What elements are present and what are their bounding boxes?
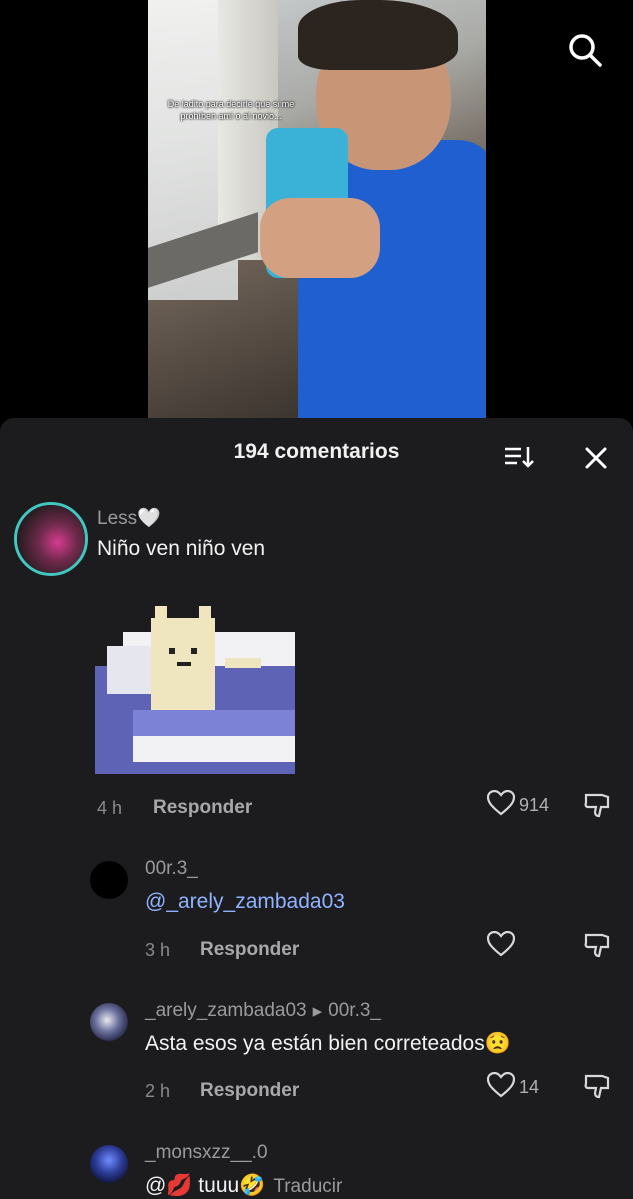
comment-text: @💋 tuuu🤣 (145, 1174, 266, 1197)
sort-icon[interactable] (503, 444, 535, 470)
avatar[interactable] (90, 861, 128, 899)
video-frame[interactable]: De ladito para decirle que si me prohíbe… (148, 0, 486, 418)
comment-text: Niño ven niño ven (97, 537, 266, 560)
video-person-hair (298, 0, 458, 70)
comment-username[interactable]: _monsxzz__.0 (145, 1142, 268, 1164)
comments-sheet: 194 comentarios Less🤍 Niño ven niño ven (0, 418, 633, 1199)
avatar[interactable] (90, 1003, 128, 1041)
comment-mention[interactable]: @_arely_zambada03 (145, 890, 345, 914)
heart-icon (486, 930, 516, 962)
comment-text-row: @💋 tuuu🤣 Traducir (145, 1174, 342, 1198)
like-button[interactable]: 914 (486, 789, 550, 821)
reply-to-username[interactable]: 00r.3_ (328, 1000, 381, 1023)
close-icon[interactable] (582, 444, 610, 472)
dislike-icon[interactable] (583, 931, 611, 959)
comment-time: 3 h (145, 940, 171, 960)
comment-text: Asta esos ya están bien correteados😟 (145, 1032, 511, 1055)
like-count: 914 (519, 795, 550, 815)
reply-button[interactable]: Responder (153, 797, 252, 819)
video-hand (260, 198, 380, 278)
like-count: 14 (519, 1077, 540, 1097)
like-button[interactable] (486, 930, 519, 962)
heart-icon (486, 1071, 516, 1103)
comments-count-title: 194 comentarios (233, 440, 400, 463)
cat-sticker (95, 606, 295, 774)
comment-username-row: _arely_zambada03 ▸ 00r.3_ (145, 1000, 381, 1023)
comment-username[interactable]: 00r.3_ (145, 858, 198, 880)
reply-button[interactable]: Responder (200, 939, 299, 961)
comment-username[interactable]: Less🤍 (97, 506, 161, 530)
translate-button[interactable]: Traducir (273, 1176, 342, 1198)
search-icon[interactable] (565, 30, 605, 70)
dislike-icon[interactable] (583, 791, 611, 819)
reply-to-arrow: ▸ (312, 1001, 323, 1022)
like-button[interactable]: 14 (486, 1071, 540, 1103)
avatar[interactable] (14, 502, 88, 576)
comment-username[interactable]: _arely_zambada03 (145, 1000, 307, 1023)
avatar[interactable] (90, 1145, 128, 1183)
reply-button[interactable]: Responder (200, 1080, 299, 1102)
heart-icon (486, 789, 516, 821)
comment-time: 4 h (97, 798, 123, 818)
dislike-icon[interactable] (583, 1072, 611, 1100)
comment-time: 2 h (145, 1081, 171, 1101)
video-overlay-text: De ladito para decirle que si me prohíbe… (167, 99, 295, 121)
